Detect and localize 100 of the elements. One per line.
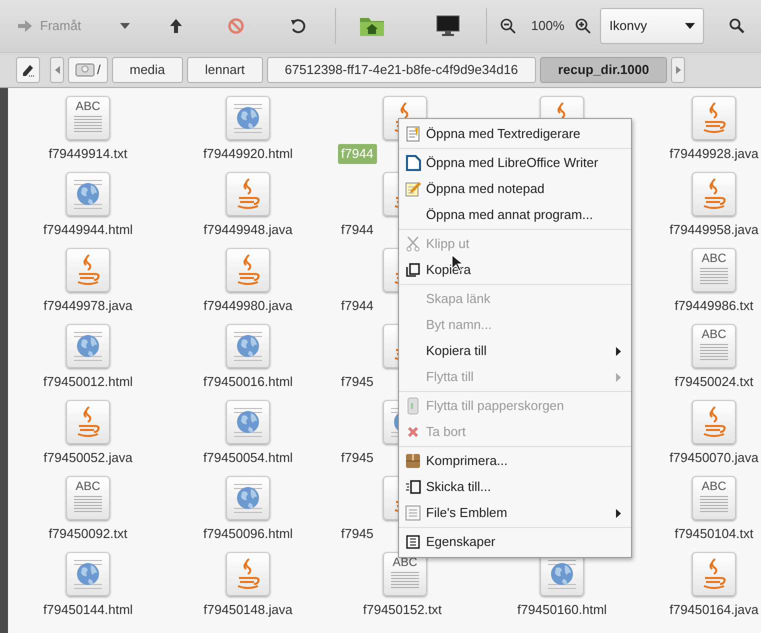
file-name[interactable]: f79450152.txt [360, 600, 445, 620]
text-lines-icon [390, 571, 420, 589]
menu-item[interactable]: Öppna med LibreOffice Writer [399, 150, 631, 176]
web-page-icon [66, 172, 110, 216]
file-name[interactable]: f7944 [338, 296, 377, 316]
web-page-icon [226, 96, 270, 140]
coffee-cup-icon [692, 96, 736, 140]
file-icon-text: ABC [702, 480, 726, 493]
web-page-icon [66, 552, 110, 596]
file-name[interactable]: f79450012.html [40, 372, 136, 392]
file-name[interactable]: f79450024.txt [672, 372, 756, 392]
menu-item[interactable]: Öppna med annat program... [399, 202, 631, 228]
scissors-icon [406, 236, 420, 252]
file-name[interactable]: f7944 [338, 220, 377, 240]
file-name[interactable]: f79449928.java [666, 144, 761, 164]
file-name[interactable]: f79450104.txt [672, 524, 756, 544]
scroll-right-button[interactable] [671, 57, 686, 83]
path-segment[interactable]: lennart [187, 57, 263, 83]
trash-icon [407, 397, 419, 415]
coffee-cup-icon [66, 400, 110, 444]
zoom-level: 100% [531, 17, 564, 36]
file-name[interactable]: f79450148.java [200, 600, 296, 620]
file-name[interactable]: f79449986.txt [672, 296, 756, 316]
pencil-icon [21, 63, 35, 77]
right-arrow-icon [676, 66, 681, 74]
file-name[interactable]: f79450054.html [200, 448, 296, 468]
file-icon-text: ABC [76, 100, 100, 113]
file-name[interactable]: f79449948.java [200, 220, 296, 240]
menu-item[interactable]: File's Emblem [399, 500, 631, 526]
coffee-cup-icon [692, 400, 736, 444]
scroll-left-button[interactable] [50, 57, 64, 83]
file-name[interactable]: f79450096.html [200, 524, 296, 544]
file-name[interactable]: f79449980.java [200, 296, 296, 316]
menu-item[interactable]: Kopiera till [399, 338, 631, 364]
text-lines-icon [699, 267, 729, 285]
notepad-icon [405, 181, 421, 197]
copy-icon [406, 263, 420, 277]
text-lines-icon [699, 495, 729, 513]
file-name[interactable]: f79449920.html [200, 144, 296, 164]
file-name[interactable]: f79450164.java [666, 600, 761, 620]
file-icon-text: ABC [702, 252, 726, 265]
menu-item[interactable]: Öppna med Textredigerare [399, 121, 631, 147]
file-name[interactable]: f7945 [338, 524, 377, 544]
package-icon [405, 453, 421, 469]
file-name[interactable]: f79450016.html [200, 372, 296, 392]
menu-item[interactable]: Komprimera... [399, 448, 631, 474]
coffee-cup-icon [692, 172, 736, 216]
file-icon-text: ABC [392, 556, 418, 569]
submenu-arrow-icon [616, 346, 621, 356]
coffee-cup-icon [226, 172, 270, 216]
file-name[interactable]: f79449944.html [40, 220, 136, 240]
text-lines-icon [73, 495, 103, 513]
path-segment[interactable]: 67512398-ff17-4e21-b8fe-c4f9d9e34d16 [266, 57, 536, 83]
file-name[interactable]: f79450052.java [40, 448, 136, 468]
left-arrow-icon [54, 66, 60, 74]
file-name[interactable]: f79450092.txt [46, 524, 130, 544]
zoom-out-icon [500, 18, 516, 34]
file-name[interactable]: f79449914.txt [46, 144, 130, 164]
web-page-icon [226, 324, 270, 368]
menu-item[interactable]: Skicka till... [399, 474, 631, 500]
text-lines-icon [699, 343, 729, 361]
coffee-cup-icon [692, 552, 736, 596]
coffee-cup-icon [226, 248, 270, 292]
menu-item[interactable]: Öppna med notepad [399, 176, 631, 202]
document-icon [405, 505, 421, 521]
submenu-arrow-icon [616, 372, 621, 382]
zoom-in-icon [575, 18, 592, 34]
text-lines-icon [73, 115, 103, 133]
up-arrow-icon [170, 19, 182, 33]
web-page-icon [226, 476, 270, 520]
root-path-button[interactable]: / [68, 57, 108, 83]
file-name[interactable]: f79450070.java [666, 448, 761, 468]
path-segment[interactable]: recup_dir.1000 [540, 57, 668, 83]
menu-item[interactable]: Kopiera [399, 257, 631, 283]
view-dropdown[interactable]: Ikonvy [600, 8, 704, 44]
file-name[interactable]: f79449978.java [40, 296, 136, 316]
file-name[interactable]: f7945 [338, 372, 377, 392]
file-name[interactable]: f7945 [338, 448, 377, 468]
text-editor-icon [405, 126, 421, 142]
path-segment[interactable]: media [112, 57, 184, 83]
stop-icon [228, 18, 244, 34]
disk-drive-icon [75, 62, 95, 78]
caret-icon [120, 23, 130, 29]
send-icon [405, 480, 421, 494]
document-icon [404, 154, 422, 172]
right-arrow-icon [18, 20, 32, 32]
file-icon-text: ABC [76, 480, 100, 493]
search-icon [729, 18, 746, 34]
reload-icon [290, 18, 306, 34]
web-page-icon [226, 400, 270, 444]
file-name[interactable]: f79449958.java [666, 220, 761, 240]
home-folder-icon [359, 15, 386, 37]
menu-item[interactable]: Egenskaper [399, 529, 631, 555]
file-name[interactable]: f79450144.html [40, 600, 136, 620]
file-name[interactable]: f79450160.html [514, 600, 610, 620]
properties-icon [406, 535, 420, 549]
caret-icon [685, 23, 696, 29]
coffee-cup-icon [226, 552, 270, 596]
edit-location-button[interactable] [16, 57, 40, 83]
web-page-icon [66, 324, 110, 368]
